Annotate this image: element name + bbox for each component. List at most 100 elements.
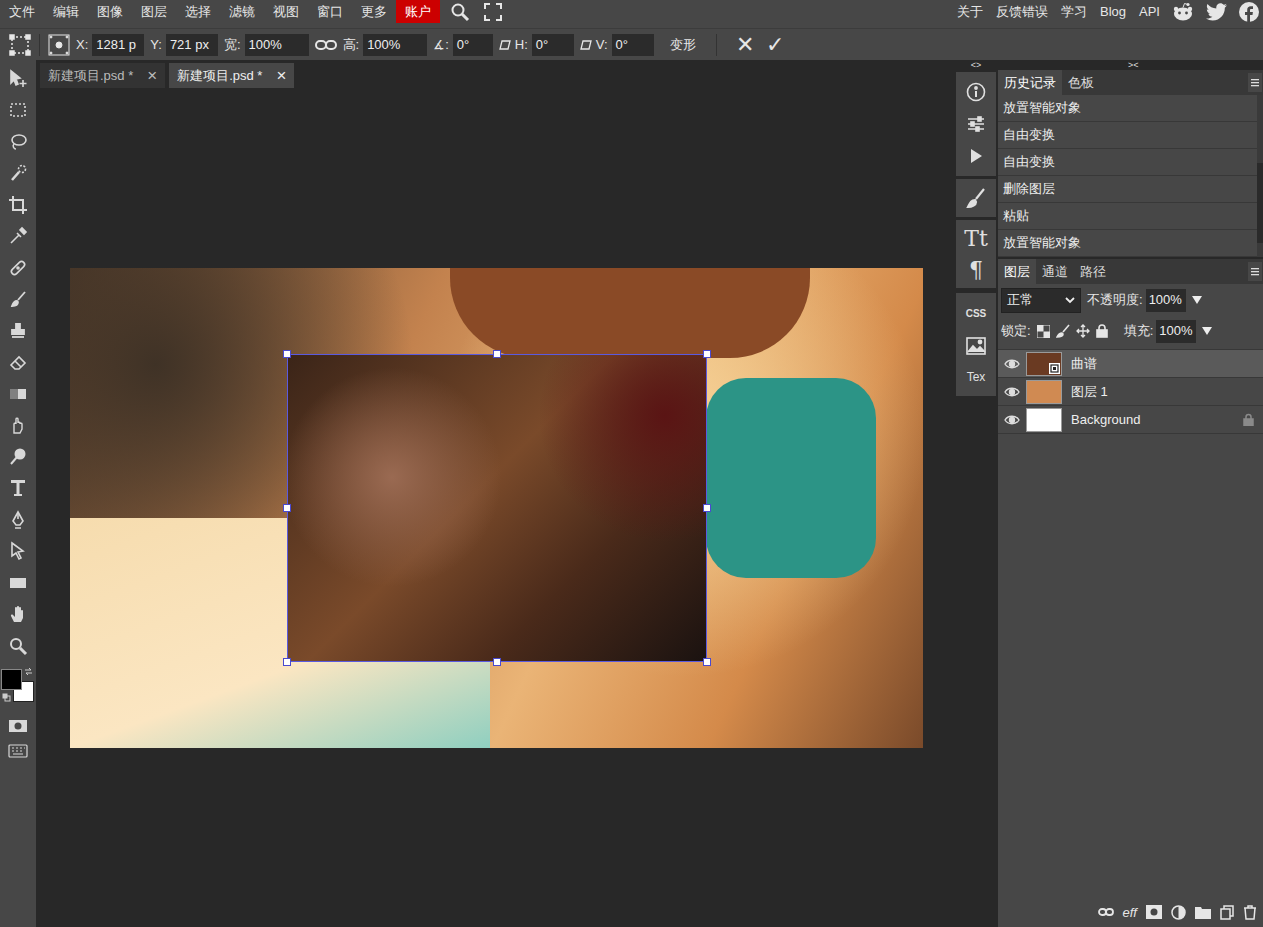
- menu-item[interactable]: 滤镜: [220, 0, 264, 23]
- reference-point-icon[interactable]: [48, 34, 70, 56]
- transform-handle[interactable]: [283, 504, 291, 512]
- lock-pixels-icon[interactable]: [1056, 324, 1070, 338]
- placed-smart-object[interactable]: [287, 354, 707, 662]
- delete-layer-icon[interactable]: [1243, 905, 1257, 920]
- panel-tab[interactable]: 图层: [998, 259, 1036, 284]
- history-item[interactable]: 删除图层: [998, 176, 1257, 203]
- field-input[interactable]: 0°: [453, 34, 493, 56]
- lasso-tool[interactable]: [8, 126, 28, 158]
- layer-lock[interactable]: [1243, 357, 1255, 371]
- dropdown-arrow-icon[interactable]: [1202, 326, 1212, 336]
- new-group-icon[interactable]: [1195, 906, 1211, 919]
- smudge-tool[interactable]: [8, 410, 28, 442]
- type-tool[interactable]: [8, 473, 28, 505]
- panel-tab[interactable]: 历史记录: [998, 70, 1062, 95]
- fullscreen-icon[interactable]: [484, 3, 502, 21]
- crop-tool[interactable]: [8, 189, 28, 221]
- path-select-tool[interactable]: [8, 536, 28, 568]
- lock-all-icon[interactable]: [1096, 324, 1108, 338]
- panel-menu-button[interactable]: [1248, 262, 1262, 281]
- pen-tool[interactable]: [8, 504, 28, 536]
- reddit-icon[interactable]: [1172, 2, 1194, 22]
- visibility-toggle[interactable]: [998, 350, 1026, 377]
- visibility-toggle[interactable]: [998, 406, 1026, 433]
- lock-position-icon[interactable]: [1076, 324, 1090, 338]
- layer-lock[interactable]: [1243, 413, 1255, 427]
- field-input[interactable]: 100%: [363, 34, 427, 56]
- field-input[interactable]: 0°: [612, 34, 654, 56]
- layer-name[interactable]: Background: [1071, 410, 1140, 430]
- dodge-tool[interactable]: [8, 441, 28, 473]
- dropdown-arrow-icon[interactable]: [1192, 295, 1202, 305]
- document-tab[interactable]: 新建项目.psd *×: [40, 63, 165, 88]
- header-link[interactable]: 关于: [957, 2, 983, 22]
- search-icon[interactable]: [450, 2, 470, 22]
- transform-handle[interactable]: [493, 658, 501, 666]
- document-tab[interactable]: 新建项目.psd *×: [169, 63, 294, 88]
- menu-item[interactable]: 窗口: [308, 0, 352, 23]
- css-panel-button[interactable]: CSS: [966, 309, 987, 319]
- marquee-tool[interactable]: [8, 95, 28, 127]
- opacity-input[interactable]: 100%: [1146, 289, 1186, 312]
- history-scrollbar[interactable]: [1257, 95, 1263, 257]
- menu-item[interactable]: 图层: [132, 0, 176, 23]
- adjustment-layer-icon[interactable]: [1171, 905, 1186, 920]
- warp-button[interactable]: 变形: [666, 35, 700, 55]
- layer-name[interactable]: 图层 1: [1071, 382, 1108, 402]
- menu-item[interactable]: 文件: [0, 0, 44, 23]
- color-swatches[interactable]: [0, 664, 36, 708]
- history-item[interactable]: 自由变换: [998, 122, 1257, 149]
- eraser-tool[interactable]: [8, 347, 28, 379]
- history-item[interactable]: 放置智能对象: [998, 230, 1257, 257]
- image-icon[interactable]: [966, 337, 986, 355]
- eyedropper-tool[interactable]: [8, 221, 28, 253]
- transform-handle[interactable]: [283, 658, 291, 666]
- field-input[interactable]: 1281 p: [92, 34, 144, 56]
- header-link[interactable]: 学习: [1061, 2, 1087, 22]
- header-link[interactable]: Blog: [1100, 2, 1126, 22]
- history-item[interactable]: 粘贴: [998, 203, 1257, 230]
- brush-settings-icon[interactable]: [966, 187, 986, 209]
- brush-tool[interactable]: [8, 284, 28, 316]
- effects-button[interactable]: eff: [1123, 906, 1137, 919]
- adjustments-icon[interactable]: [966, 114, 986, 134]
- link-icon[interactable]: [315, 38, 337, 52]
- transform-handle[interactable]: [703, 658, 711, 666]
- zoom-tool[interactable]: [8, 630, 28, 662]
- keyboard-button[interactable]: [8, 740, 28, 762]
- field-input[interactable]: 100%: [245, 34, 309, 56]
- collapse-toggle[interactable]: ><: [1128, 61, 1139, 70]
- lock-transparency-icon[interactable]: [1037, 325, 1050, 338]
- menu-item[interactable]: 选择: [176, 0, 220, 23]
- expand-toggle[interactable]: <>: [971, 61, 982, 70]
- menu-item[interactable]: 编辑: [44, 0, 88, 23]
- transform-handle[interactable]: [283, 350, 291, 358]
- panel-menu-button[interactable]: [1248, 73, 1262, 92]
- menu-item[interactable]: 图像: [88, 0, 132, 23]
- layer-row[interactable]: 曲谱: [998, 350, 1263, 378]
- menu-item[interactable]: 账户: [396, 0, 440, 23]
- foreground-color-swatch[interactable]: [1, 669, 22, 690]
- swap-colors-icon[interactable]: [24, 667, 33, 676]
- commit-button[interactable]: ✓: [763, 34, 787, 56]
- facebook-icon[interactable]: [1239, 2, 1259, 22]
- actions-play-icon[interactable]: [967, 147, 985, 165]
- new-layer-icon[interactable]: [1220, 905, 1234, 920]
- history-item[interactable]: 自由变换: [998, 149, 1257, 176]
- layer-lock[interactable]: [1243, 385, 1255, 399]
- info-icon[interactable]: [966, 82, 986, 102]
- layer-name[interactable]: 曲谱: [1071, 354, 1097, 374]
- close-tab-button[interactable]: ×: [276, 67, 286, 84]
- header-link[interactable]: 反馈错误: [996, 2, 1048, 22]
- close-tab-button[interactable]: ×: [147, 67, 157, 84]
- character-panel-button[interactable]: Tt: [964, 228, 988, 250]
- header-link[interactable]: API: [1139, 2, 1160, 22]
- transform-handle[interactable]: [493, 350, 501, 358]
- history-item[interactable]: 放置智能对象: [998, 95, 1257, 122]
- hand-tool[interactable]: [8, 599, 28, 631]
- canvas[interactable]: [70, 268, 923, 748]
- paragraph-panel-button[interactable]: ¶: [969, 259, 983, 281]
- transform-handle[interactable]: [703, 504, 711, 512]
- shape-tool[interactable]: [8, 567, 28, 599]
- link-layers-icon[interactable]: [1098, 907, 1114, 917]
